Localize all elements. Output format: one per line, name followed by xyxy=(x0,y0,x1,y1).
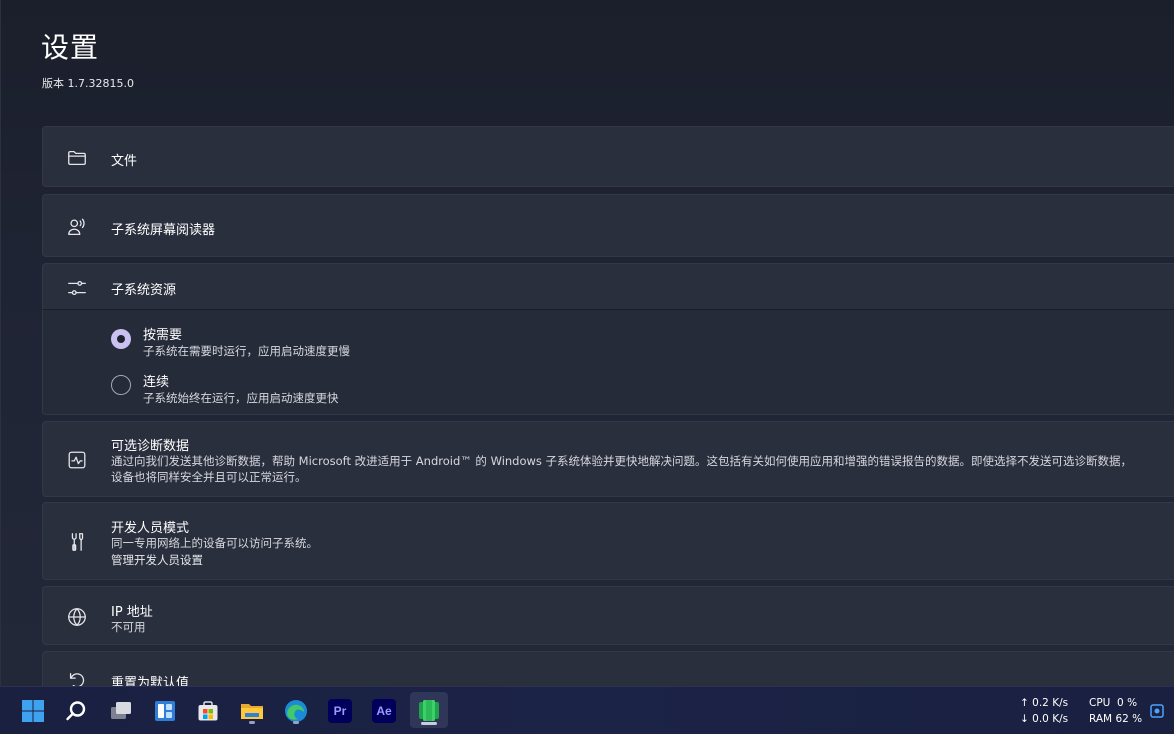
diagnostics-desc-line2: 设备也将同样安全并且可以正常运行。 xyxy=(111,470,307,484)
taskbar: Pr Ae ↑ 0.2 K/s ↓ 0.0 K/s CPU 0 % RAM 62… xyxy=(0,686,1174,734)
continuous-title: 连续 xyxy=(143,375,170,390)
continuous-desc: 子系统始终在运行，应用启动速度更快 xyxy=(143,391,339,405)
reset-icon xyxy=(65,668,89,686)
reset-card[interactable]: 重置为默认值 xyxy=(42,651,1174,686)
task-view-icon[interactable] xyxy=(105,695,137,727)
widgets-icon[interactable] xyxy=(149,695,181,727)
system-monitor: CPU 0 % RAM 62 % xyxy=(1089,695,1142,727)
screen-reader-card[interactable]: 子系统屏幕阅读器 xyxy=(42,194,1174,257)
wsa-settings-indicator xyxy=(421,722,437,725)
search-icon[interactable] xyxy=(60,695,92,727)
resources-card[interactable]: 子系统资源 xyxy=(42,263,1174,310)
file-explorer-icon[interactable] xyxy=(236,695,268,727)
net-down-value: 0.0 K/s xyxy=(1032,713,1069,725)
resources-label: 子系统资源 xyxy=(111,283,177,298)
on-demand-title: 按需要 xyxy=(143,328,183,343)
developer-label: 开发人员模式 xyxy=(111,521,190,536)
ip-label: IP 地址 xyxy=(111,605,153,620)
upload-arrow-icon: ↑ xyxy=(1020,697,1029,709)
resources-options: 按需要 子系统在需要时运行，应用启动速度更慢 连续 子系统始终在运行，应用启动速… xyxy=(42,309,1174,415)
ram-value: 62 % xyxy=(1115,713,1143,725)
screen-reader-label: 子系统屏幕阅读器 xyxy=(111,223,216,238)
radio-on-demand[interactable] xyxy=(111,329,131,349)
download-arrow-icon: ↓ xyxy=(1020,713,1029,725)
notification-icon[interactable] xyxy=(1150,703,1164,718)
diagnostics-desc-line1: 通过向我们发送其他诊断数据，帮助 Microsoft 改进适用于 Android… xyxy=(111,454,1133,468)
file-explorer-indicator xyxy=(249,721,255,724)
sliders-icon xyxy=(65,276,89,300)
after-effects-label: Ae xyxy=(376,704,392,718)
windows-start-icon[interactable] xyxy=(17,695,49,727)
cpu-value: 0 % xyxy=(1117,697,1138,709)
files-label: 文件 xyxy=(111,154,138,169)
folder-icon xyxy=(65,146,89,170)
premiere-pro-icon[interactable]: Pr xyxy=(324,695,356,727)
on-demand-desc: 子系统在需要时运行，应用启动速度更慢 xyxy=(143,344,350,358)
reset-label: 重置为默认值 xyxy=(111,676,190,686)
screen-reader-icon xyxy=(65,215,89,239)
store-icon[interactable] xyxy=(192,695,224,727)
wsa-settings-icon[interactable] xyxy=(410,692,448,728)
ram-label: RAM xyxy=(1089,713,1113,725)
page-title: 设置 xyxy=(41,31,100,64)
after-effects-icon[interactable]: Ae xyxy=(368,695,400,727)
cpu-label: CPU xyxy=(1089,697,1111,709)
diagnostics-label: 可选诊断数据 xyxy=(111,439,190,454)
tools-icon xyxy=(65,530,89,554)
net-up-value: 0.2 K/s xyxy=(1032,697,1069,709)
edge-icon[interactable] xyxy=(280,695,312,727)
settings-window: 设置 版本 1.7.32815.0 文件 子系统屏幕阅读器 子系统资源 按需要 … xyxy=(0,0,1174,686)
files-card[interactable]: 文件 xyxy=(42,126,1174,187)
network-speed: ↑ 0.2 K/s ↓ 0.0 K/s xyxy=(1020,695,1068,727)
ip-value: 不可用 xyxy=(111,620,146,634)
edge-indicator xyxy=(293,721,299,724)
activity-icon xyxy=(65,448,89,472)
developer-card[interactable]: 开发人员模式 同一专用网络上的设备可以访问子系统。 管理开发人员设置 xyxy=(42,502,1174,580)
radio-continuous[interactable] xyxy=(111,375,131,395)
manage-developer-settings-link[interactable]: 管理开发人员设置 xyxy=(111,552,203,568)
globe-icon xyxy=(65,605,89,629)
premiere-pro-label: Pr xyxy=(333,704,347,718)
version-label: 版本 1.7.32815.0 xyxy=(42,77,134,90)
ip-card[interactable]: IP 地址 不可用 xyxy=(42,586,1174,645)
diagnostics-card[interactable]: 可选诊断数据 通过向我们发送其他诊断数据，帮助 Microsoft 改进适用于 … xyxy=(42,421,1174,497)
developer-desc: 同一专用网络上的设备可以访问子系统。 xyxy=(111,536,318,550)
